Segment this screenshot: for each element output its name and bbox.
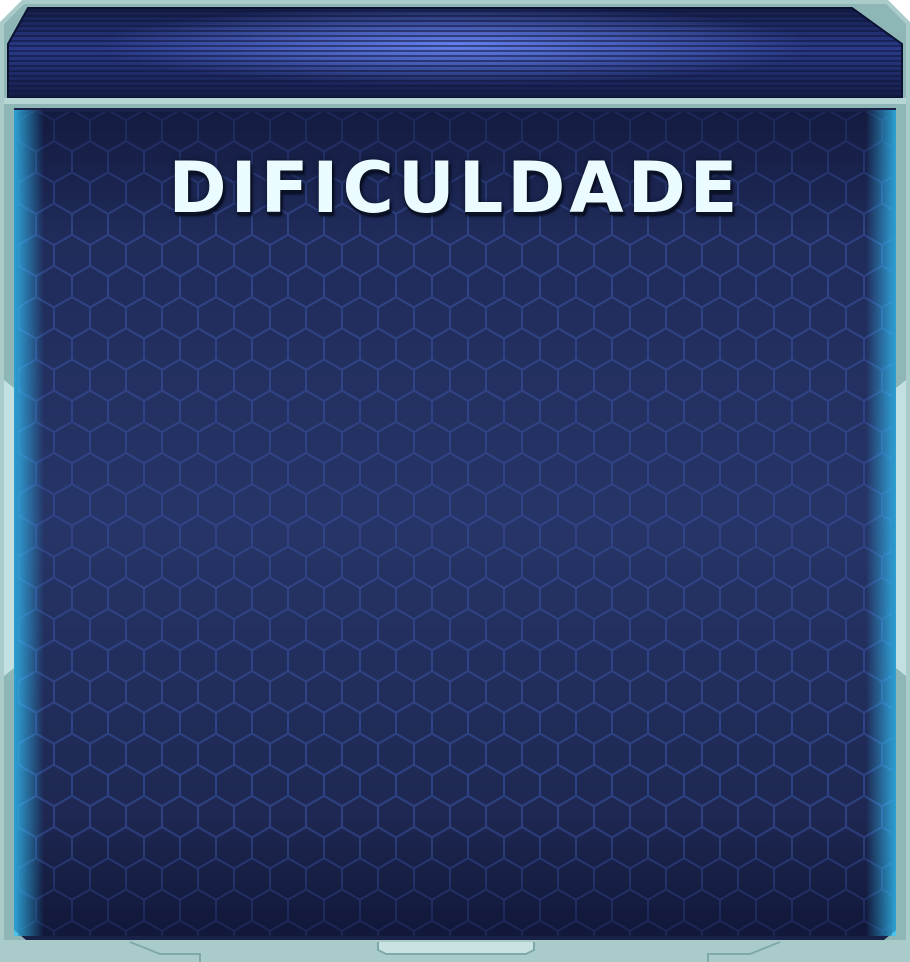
bottom-trim: [4, 940, 906, 962]
panel-frame: [0, 0, 910, 962]
panel-title: DIFICULDADE: [168, 147, 742, 229]
panel-body: [14, 108, 896, 940]
difficulty-panel: DIFICULDADE: [0, 0, 910, 962]
header-bar: [7, 5, 903, 99]
